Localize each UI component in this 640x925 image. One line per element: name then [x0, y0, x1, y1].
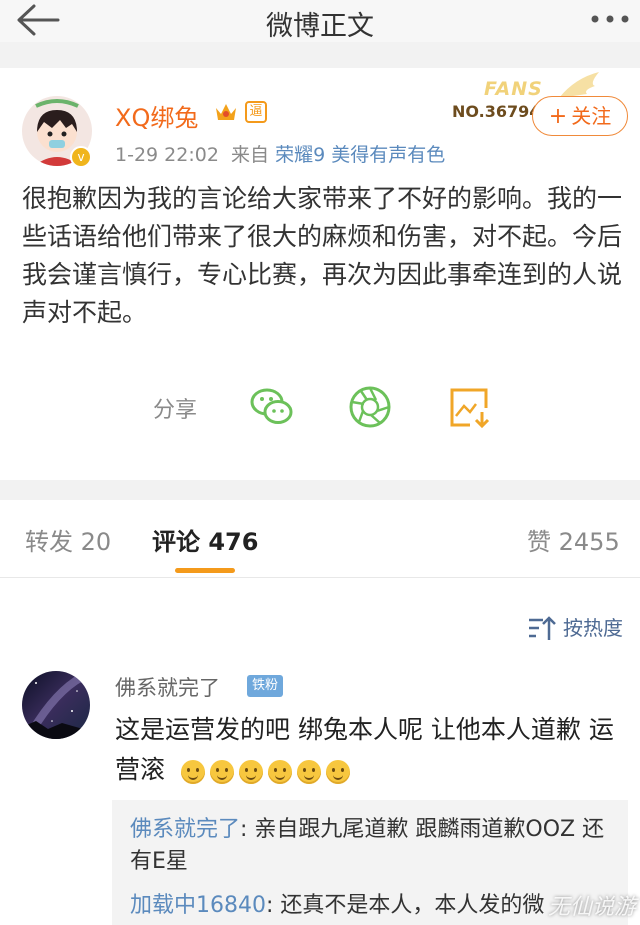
smiley-icon — [180, 760, 205, 784]
more-options-icon[interactable] — [590, 14, 630, 24]
smiley-icon — [238, 760, 263, 784]
fans-label: FANS — [484, 78, 543, 100]
comment-text: 这是运营发的吧 绑兔本人呢 让他本人道歉 运营滚 — [115, 710, 620, 791]
save-image-icon[interactable] — [446, 384, 492, 430]
wechat-icon[interactable] — [249, 384, 295, 430]
tab-comments[interactable]: 评论 476 — [152, 522, 258, 557]
reply-author[interactable]: 佛系就完了 — [130, 817, 240, 842]
fan-level-badge: 铁粉 — [247, 675, 283, 697]
smiley-icon — [209, 760, 234, 784]
post-content: 很抱歉因为我的言论给大家带来了不好的影响。我的一些话语给他们带来了很大的麻烦和伤… — [22, 184, 623, 327]
tab-likes[interactable]: 赞 2455 — [527, 522, 620, 557]
page-title: 微博正文 — [266, 11, 374, 42]
reply-item: 加载中16840: 还真不是本人，本人发的微 — [130, 890, 620, 922]
reply-text: : 还真不是本人，本人发的微 — [266, 893, 545, 918]
reply-author[interactable]: 加载中16840 — [130, 893, 266, 918]
post-card: v XQ绑兔 逼 1-29 22:02 来自 荣耀9 美得有声有色 FANS N… — [0, 68, 640, 480]
username[interactable]: XQ绑兔 — [115, 98, 198, 133]
post-meta: 1-29 22:02 来自 荣耀9 美得有声有色 — [115, 140, 445, 167]
member-badge-icon: 逼 — [245, 101, 267, 123]
share-label: 分享 — [153, 398, 198, 423]
crown-icon — [216, 104, 236, 120]
smiley-emoji-group — [180, 751, 355, 791]
follow-button[interactable]: + 关注 — [532, 96, 628, 136]
watermark: 无仙说游 — [548, 895, 637, 920]
tab-reposts[interactable]: 转发 20 — [25, 522, 111, 557]
smiley-icon — [267, 760, 292, 784]
reply-item: 佛系就完了: 亲自跟九尾道歉 跟麟雨道歉OOZ 还有E星 — [130, 814, 620, 878]
post-source[interactable]: 荣耀9 美得有声有色 — [275, 144, 445, 166]
commenter-avatar[interactable] — [22, 671, 90, 739]
sort-icon — [529, 616, 556, 640]
section-divider — [0, 480, 640, 500]
moments-icon[interactable] — [347, 384, 393, 430]
divider — [0, 577, 640, 578]
commenter-name[interactable]: 佛系就完了 — [115, 672, 220, 702]
active-tab-indicator — [175, 568, 235, 573]
tab-bar: 转发 20 评论 476 赞 2455 — [0, 500, 640, 578]
fans-number: NO.36794 — [452, 102, 541, 121]
smiley-icon — [325, 760, 350, 784]
smiley-icon — [296, 760, 321, 784]
source-prefix: 来自 — [231, 144, 270, 166]
verified-badge-icon: v — [70, 146, 92, 168]
post-time: 1-29 22:02 — [115, 144, 219, 166]
sort-label: 按热度 — [563, 616, 623, 640]
top-bar: 微博正文 — [0, 0, 640, 42]
section-divider — [0, 42, 640, 68]
